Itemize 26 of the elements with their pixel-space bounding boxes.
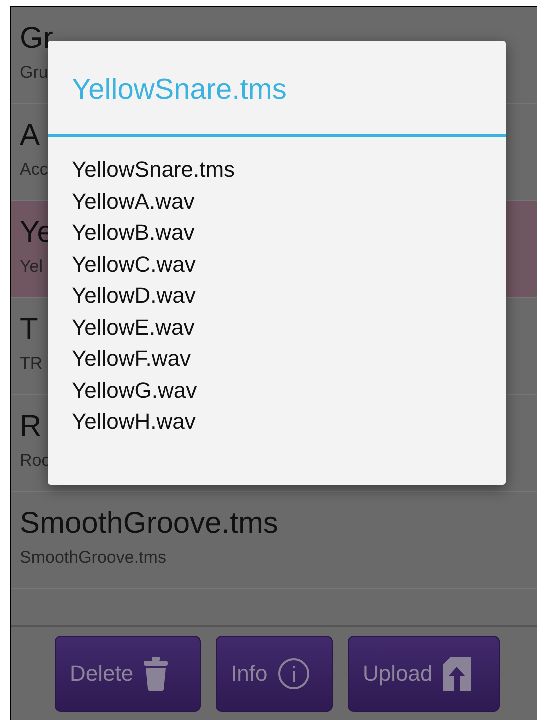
item-subtitle: SmoothGroove.tms	[20, 547, 166, 569]
toolbar-button[interactable]: Delete	[55, 636, 201, 712]
file-name: YellowF.wav	[72, 345, 192, 373]
toolbar-button[interactable]: Info	[216, 636, 333, 712]
dialog-title: YellowSnare.tms	[48, 41, 506, 137]
item-title: R	[20, 409, 42, 445]
item-title: SmoothGroove.tms	[20, 506, 278, 542]
item-subtitle: TR	[20, 353, 43, 375]
trash-icon	[144, 657, 168, 691]
toolbar-button[interactable]: Upload	[348, 636, 500, 712]
file-name: YellowB.wav	[72, 219, 195, 247]
file-name: YellowD.wav	[72, 282, 196, 310]
item-subtitle: Yel	[20, 256, 44, 278]
info-icon	[278, 658, 310, 690]
item-subtitle: Gru	[20, 62, 48, 84]
file-name: YellowSnare.tms	[72, 156, 236, 184]
file-name: YellowA.wav	[72, 188, 195, 216]
file-name: YellowG.wav	[72, 376, 198, 404]
file-name: YellowH.wav	[72, 408, 196, 436]
file-name: YellowC.wav	[72, 250, 196, 278]
upload-icon	[442, 657, 471, 691]
file-name: YellowE.wav	[72, 314, 195, 342]
item-title: T	[20, 312, 38, 348]
item-title: A	[20, 118, 40, 154]
list-item[interactable]: SmoothGroove.tms SmoothGroove.tms	[11, 492, 537, 589]
item-subtitle: Acc	[20, 159, 48, 181]
